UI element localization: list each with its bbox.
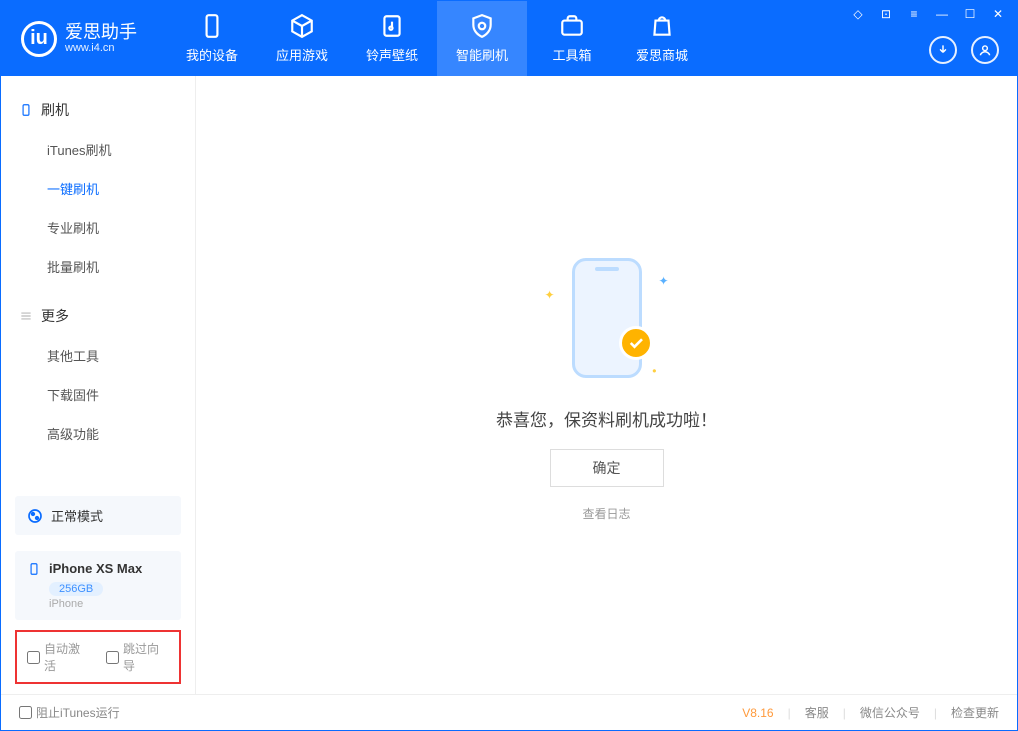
feedback-icon[interactable]: ⊡ bbox=[877, 7, 895, 21]
tab-my-device[interactable]: 我的设备 bbox=[167, 1, 257, 76]
checkbox-label: 跳过向导 bbox=[123, 640, 169, 674]
sidebar-item-batch-flash[interactable]: 批量刷机 bbox=[19, 247, 177, 286]
app-name: 爱思助手 bbox=[65, 23, 137, 43]
success-check-icon bbox=[619, 326, 653, 360]
user-icon bbox=[978, 43, 992, 57]
check-update-link[interactable]: 检查更新 bbox=[951, 704, 999, 721]
mode-icon bbox=[27, 508, 43, 524]
skip-guide-checkbox[interactable]: 跳过向导 bbox=[106, 640, 169, 674]
success-illustration: ✦ ✦ • bbox=[527, 248, 687, 388]
footer: 阻止iTunes运行 V8.16 | 客服 | 微信公众号 | 检查更新 bbox=[1, 694, 1017, 730]
version-label: V8.16 bbox=[742, 706, 773, 720]
block-itunes-checkbox[interactable]: 阻止iTunes运行 bbox=[19, 704, 120, 721]
logo-icon: iu bbox=[21, 21, 57, 57]
sidebar: 刷机 iTunes刷机 一键刷机 专业刷机 批量刷机 更多 其他工具 下载固件 … bbox=[1, 76, 196, 694]
customer-service-link[interactable]: 客服 bbox=[805, 704, 829, 721]
device-info-box[interactable]: iPhone XS Max 256GB iPhone bbox=[15, 551, 181, 620]
device-type: iPhone bbox=[49, 598, 169, 610]
menu-icon[interactable]: ≡ bbox=[905, 7, 923, 21]
device-icon bbox=[19, 103, 33, 117]
tab-apps[interactable]: 应用游戏 bbox=[257, 1, 347, 76]
group-title: 更多 bbox=[41, 306, 69, 326]
success-message: 恭喜您，保资料刷机成功啦！ bbox=[496, 406, 717, 431]
close-button[interactable]: ✕ bbox=[989, 7, 1007, 21]
tab-label: 铃声壁纸 bbox=[366, 45, 418, 64]
maximize-button[interactable]: ☐ bbox=[961, 7, 979, 21]
shield-refresh-icon bbox=[469, 13, 495, 39]
music-icon bbox=[379, 13, 405, 39]
sidebar-item-pro-flash[interactable]: 专业刷机 bbox=[19, 208, 177, 247]
tab-label: 工具箱 bbox=[552, 45, 591, 64]
minimize-button[interactable]: — bbox=[933, 7, 951, 21]
header: iu 爱思助手 www.i4.cn 我的设备 应用游戏 铃声壁纸 智能刷机 工具… bbox=[1, 1, 1017, 76]
mode-label: 正常模式 bbox=[51, 506, 103, 525]
tab-label: 我的设备 bbox=[186, 45, 238, 64]
auto-activate-checkbox[interactable]: 自动激活 bbox=[27, 640, 90, 674]
phone-small-icon bbox=[27, 562, 41, 576]
flash-options-highlight: 自动激活 跳过向导 bbox=[15, 630, 181, 684]
list-icon bbox=[19, 309, 33, 323]
sparkle-icon: • bbox=[652, 364, 656, 378]
tab-flash[interactable]: 智能刷机 bbox=[437, 1, 527, 76]
bag-icon bbox=[649, 13, 675, 39]
device-mode-box[interactable]: 正常模式 bbox=[15, 496, 181, 535]
phone-illustration-icon bbox=[572, 258, 642, 378]
sidebar-group-flash: 刷机 bbox=[19, 90, 177, 130]
sidebar-item-advanced[interactable]: 高级功能 bbox=[19, 414, 177, 453]
app-logo: iu 爱思助手 www.i4.cn bbox=[21, 21, 137, 57]
group-title: 刷机 bbox=[41, 100, 69, 120]
sidebar-item-firmware[interactable]: 下载固件 bbox=[19, 375, 177, 414]
sidebar-item-other-tools[interactable]: 其他工具 bbox=[19, 336, 177, 375]
wechat-link[interactable]: 微信公众号 bbox=[860, 704, 920, 721]
sidebar-item-oneclick-flash[interactable]: 一键刷机 bbox=[19, 169, 177, 208]
download-button[interactable] bbox=[929, 36, 957, 64]
view-log-link[interactable]: 查看日志 bbox=[582, 505, 630, 522]
device-storage: 256GB bbox=[49, 582, 103, 596]
skin-icon[interactable]: ◇ bbox=[849, 7, 867, 21]
ok-button[interactable]: 确定 bbox=[550, 449, 664, 487]
app-domain: www.i4.cn bbox=[65, 42, 137, 54]
sparkle-icon: ✦ bbox=[545, 288, 555, 302]
main-content: ✦ ✦ • 恭喜您，保资料刷机成功啦！ 确定 查看日志 bbox=[196, 76, 1017, 694]
header-actions bbox=[929, 36, 999, 64]
sidebar-item-itunes-flash[interactable]: iTunes刷机 bbox=[19, 130, 177, 169]
main-tabs: 我的设备 应用游戏 铃声壁纸 智能刷机 工具箱 爱思商城 bbox=[167, 1, 707, 76]
cube-icon bbox=[289, 13, 315, 39]
tab-label: 应用游戏 bbox=[276, 45, 328, 64]
tab-label: 智能刷机 bbox=[456, 45, 508, 64]
phone-icon bbox=[199, 13, 225, 39]
account-button[interactable] bbox=[971, 36, 999, 64]
tab-toolbox[interactable]: 工具箱 bbox=[527, 1, 617, 76]
tab-label: 爱思商城 bbox=[636, 45, 688, 64]
sidebar-group-more: 更多 bbox=[19, 296, 177, 336]
checkbox-label: 阻止iTunes运行 bbox=[36, 704, 120, 721]
sparkle-icon: ✦ bbox=[658, 274, 668, 288]
briefcase-icon bbox=[559, 13, 585, 39]
checkbox-label: 自动激活 bbox=[44, 640, 90, 674]
window-controls: ◇ ⊡ ≡ — ☐ ✕ bbox=[849, 7, 1007, 21]
tab-ringtones[interactable]: 铃声壁纸 bbox=[347, 1, 437, 76]
tab-store[interactable]: 爱思商城 bbox=[617, 1, 707, 76]
device-name: iPhone XS Max bbox=[49, 561, 142, 576]
download-icon bbox=[936, 43, 950, 57]
